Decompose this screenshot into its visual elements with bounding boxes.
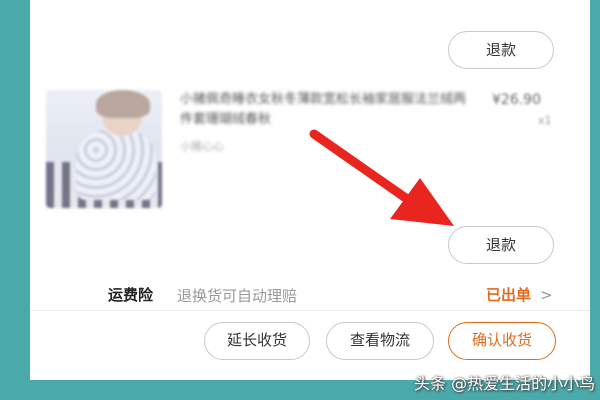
red-arrow-icon — [309, 129, 454, 226]
arrow-shaft — [309, 129, 425, 213]
arrow-head — [390, 178, 454, 226]
watermark: 头条 @热爱生活的小小鸟 — [414, 374, 596, 393]
